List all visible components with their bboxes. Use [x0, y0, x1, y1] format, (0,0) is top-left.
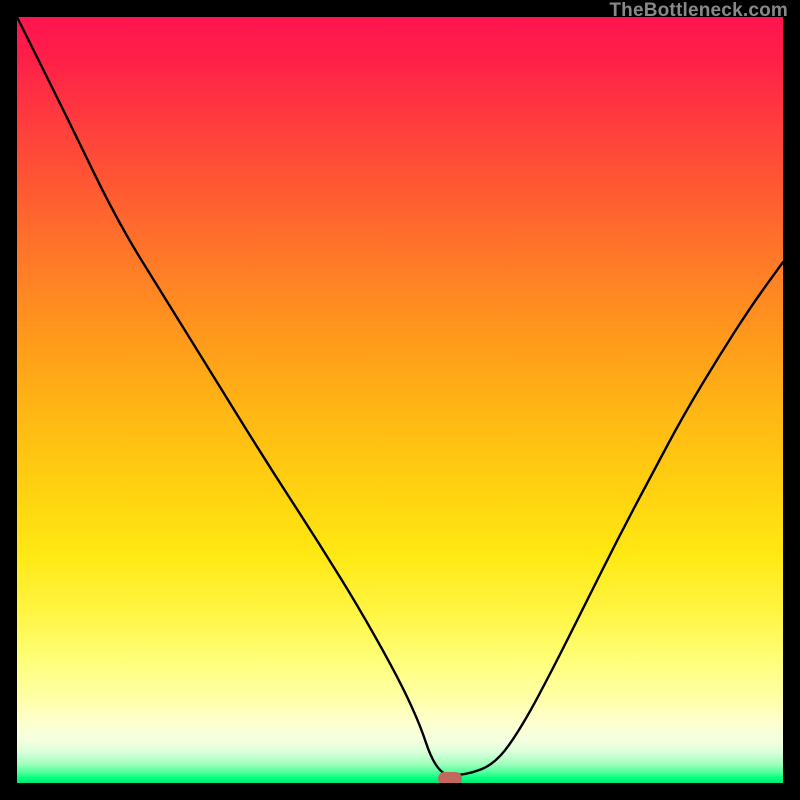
bottleneck-curve [17, 17, 783, 783]
plot-area [17, 17, 783, 783]
watermark-text: TheBottleneck.com [609, 0, 788, 22]
chart-frame: TheBottleneck.com [0, 0, 800, 800]
optimal-marker [438, 772, 463, 784]
